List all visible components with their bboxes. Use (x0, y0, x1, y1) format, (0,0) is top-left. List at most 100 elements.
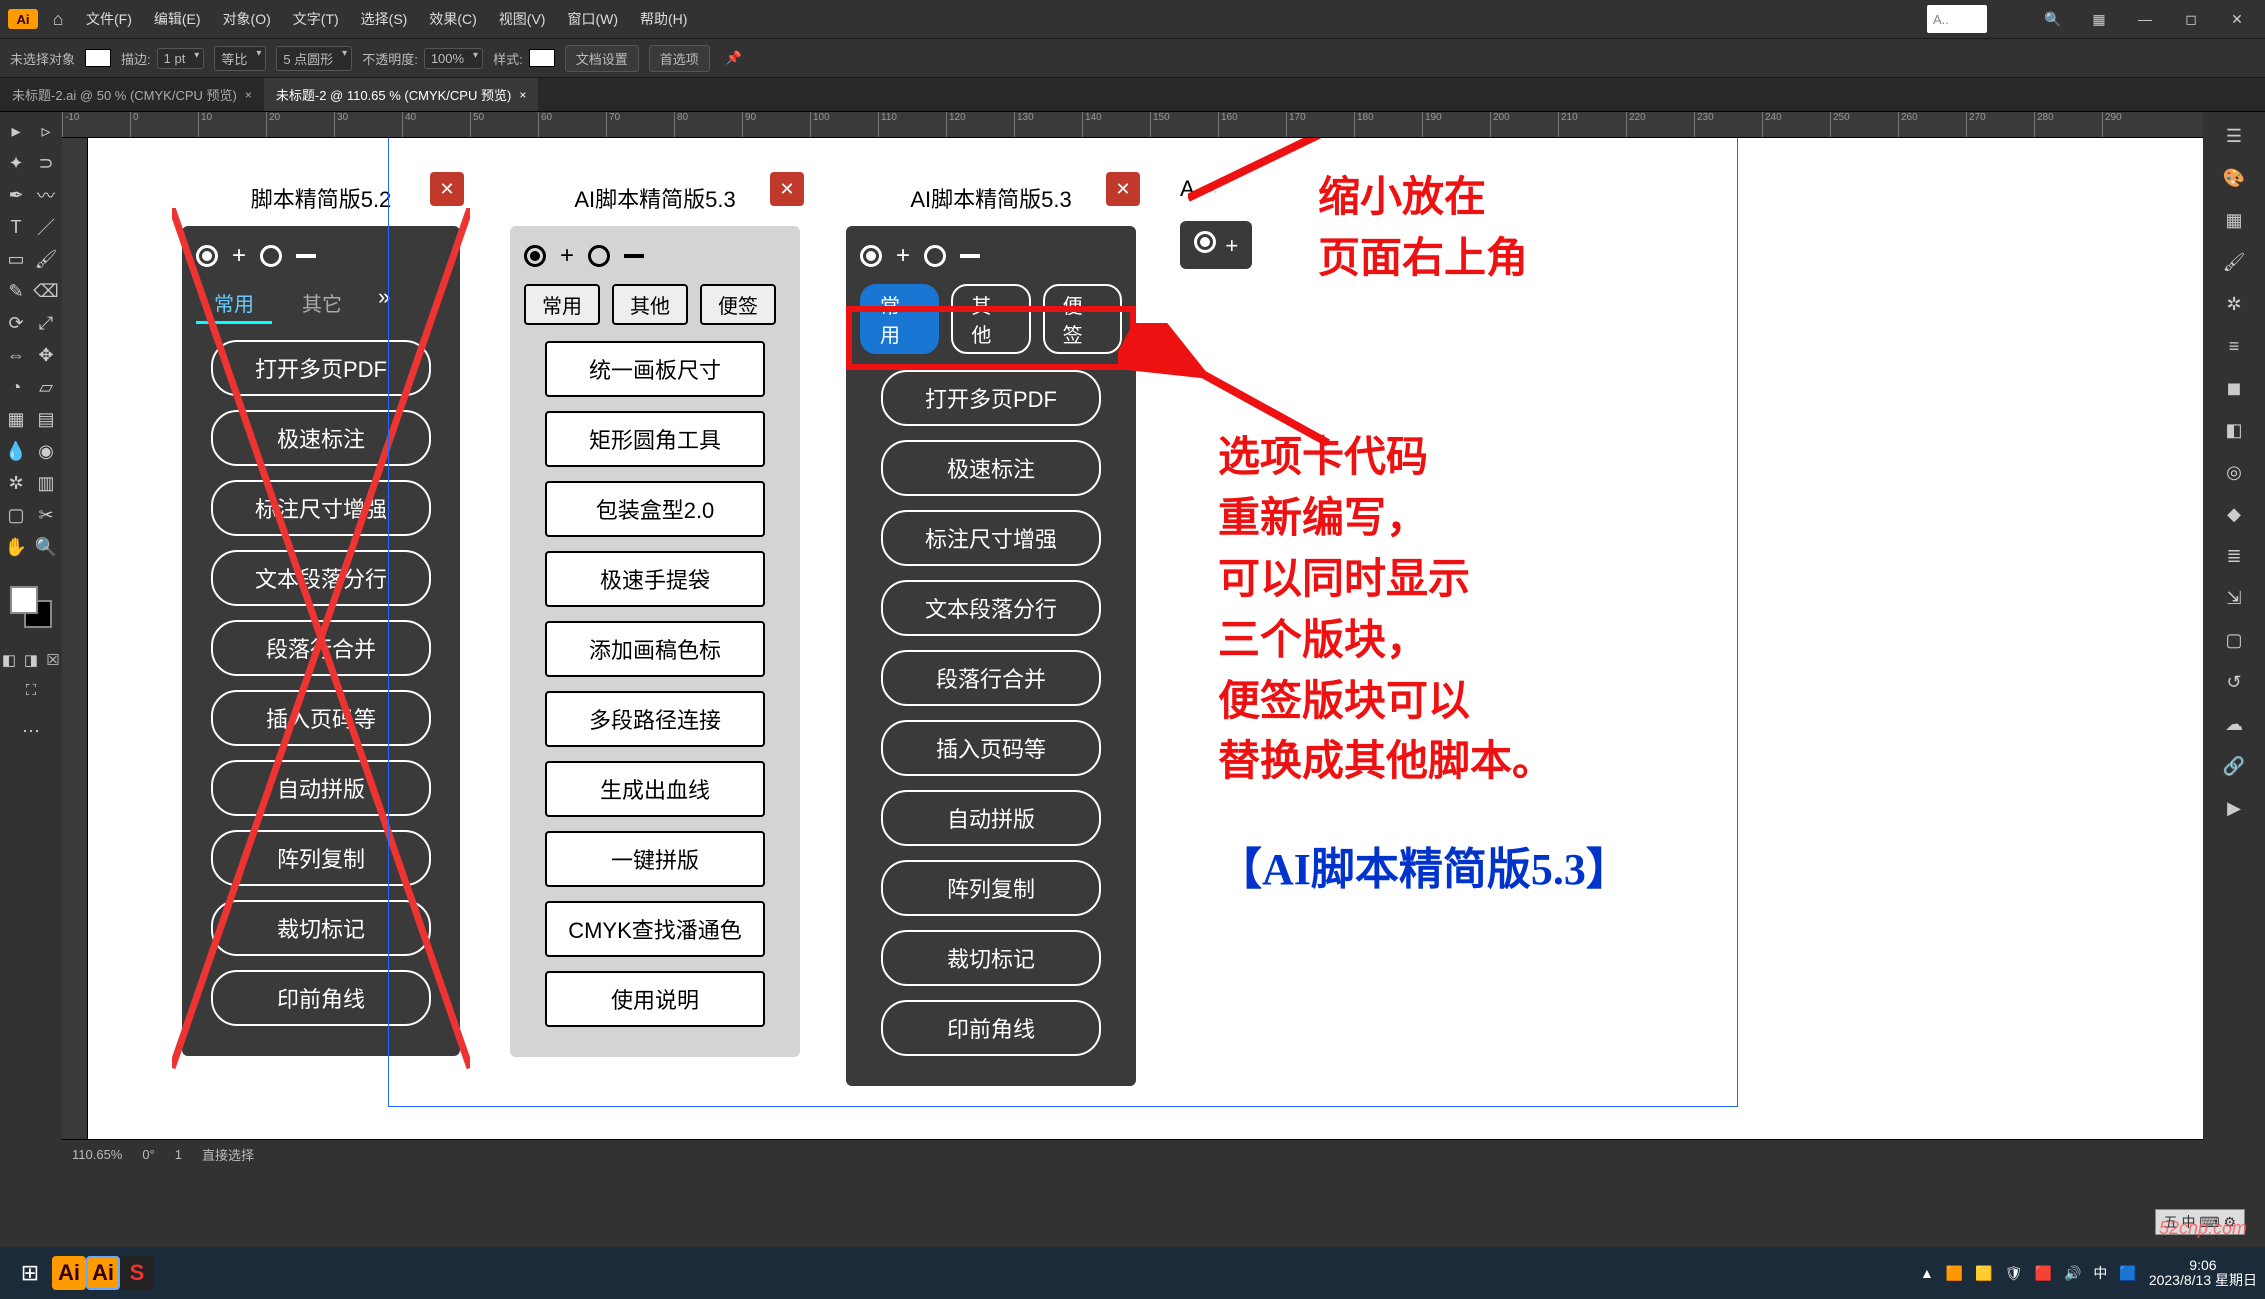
history-icon[interactable]: ↺ (2220, 668, 2248, 696)
script-button[interactable]: 阵列复制 (211, 830, 431, 886)
artboard-nav[interactable]: 1 (175, 1147, 182, 1162)
script-button[interactable]: 打开多页PDF (881, 370, 1101, 426)
tab-other[interactable]: 其他 (612, 284, 688, 325)
mesh-tool[interactable]: ▦ (3, 406, 29, 432)
lasso-tool[interactable]: ⊃ (33, 150, 59, 176)
menu-window[interactable]: 窗口(W) (559, 9, 626, 29)
appearance-icon[interactable]: ◎ (2220, 458, 2248, 486)
opacity-value[interactable]: 100% (424, 48, 483, 69)
taskbar-clock[interactable]: 9:06 2023/8/13 星期日 (2149, 1258, 2257, 1289)
volume-icon[interactable]: 🔊 (2064, 1265, 2081, 1282)
script-button[interactable]: 打开多页PDF (211, 340, 431, 396)
eraser-tool[interactable]: ⌫ (33, 278, 59, 304)
layers-icon[interactable]: ≣ (2220, 542, 2248, 570)
arrange-icon[interactable]: ▦ (2079, 5, 2119, 33)
menu-object[interactable]: 对象(O) (215, 9, 279, 29)
scale-tool[interactable]: ⤢ (33, 310, 59, 336)
graph-tool[interactable]: ▥ (33, 470, 59, 496)
eyedropper-tool[interactable]: 💧 (3, 438, 29, 464)
system-tray[interactable]: ▲ 🟧 🟨 🛡 🟥 🔊 中 🟦 9:06 2023/8/13 星期日 (1920, 1258, 2257, 1289)
style-swatch[interactable] (529, 49, 555, 67)
brushes-icon[interactable]: 🖌 (2220, 248, 2248, 276)
script-button[interactable]: 自动拼版 (881, 790, 1101, 846)
curve-tool[interactable]: 〰 (33, 182, 59, 208)
radio-on-icon[interactable] (1194, 231, 1216, 253)
links-icon[interactable]: 🔗 (2220, 752, 2248, 780)
radio-off-icon[interactable] (588, 245, 610, 267)
script-button[interactable]: 段落行合并 (211, 620, 431, 676)
asset-export-icon[interactable]: ⇲ (2220, 584, 2248, 612)
screen-mode[interactable]: ⛶ (19, 678, 43, 702)
gradient-tool[interactable]: ▤ (33, 406, 59, 432)
script-button[interactable]: 插入页码等 (881, 720, 1101, 776)
script-button[interactable]: 段落行合并 (881, 650, 1101, 706)
start-icon[interactable]: ⊞ (8, 1251, 52, 1295)
slice-tool[interactable]: ✂ (33, 502, 59, 528)
script-button[interactable]: 印前角线 (211, 970, 431, 1026)
tray-icon[interactable]: 🟥 (2035, 1265, 2052, 1282)
fill-swatch[interactable] (85, 49, 111, 67)
swatches-icon[interactable]: ▦ (2220, 206, 2248, 234)
type-tool[interactable]: T (3, 214, 29, 240)
shape-builder[interactable]: ◔ (3, 374, 29, 400)
script-button[interactable]: 裁切标记 (881, 930, 1101, 986)
stroke-weight[interactable]: 1 pt (157, 48, 205, 69)
prefs-button[interactable]: 首选项 (649, 45, 710, 72)
libraries-icon[interactable]: ☁ (2220, 710, 2248, 738)
tray-icon[interactable]: 🟦 (2119, 1265, 2136, 1282)
play-icon[interactable]: ▶ (2220, 794, 2248, 822)
more-icon[interactable]: » (372, 284, 390, 324)
menu-select[interactable]: 选择(S) (353, 9, 416, 29)
taskbar-ai-2[interactable]: Ai (86, 1256, 120, 1290)
rotation[interactable]: 0° (142, 1147, 154, 1162)
symbols-icon[interactable]: ✲ (2220, 290, 2248, 318)
artboards-icon[interactable]: ▢ (2220, 626, 2248, 654)
script-button[interactable]: 印前角线 (881, 1000, 1101, 1056)
script-button[interactable]: CMYK查找潘通色 (545, 901, 765, 957)
artboard-tool[interactable]: ▢ (3, 502, 29, 528)
tray-icon[interactable]: 🟨 (1975, 1265, 1992, 1282)
script-button[interactable]: 矩形圆角工具 (545, 411, 765, 467)
script-button[interactable]: 标注尺寸增强 (881, 510, 1101, 566)
script-button[interactable]: 裁切标记 (211, 900, 431, 956)
radio-off-icon[interactable] (924, 245, 946, 267)
tab-common[interactable]: 常用 (196, 284, 272, 324)
menu-help[interactable]: 帮助(H) (632, 9, 695, 29)
script-button[interactable]: 极速标注 (881, 440, 1101, 496)
radio-on-icon[interactable] (860, 245, 882, 267)
pen-tool[interactable]: ✒ (3, 182, 29, 208)
blend-tool[interactable]: ◉ (33, 438, 59, 464)
radio-on-icon[interactable] (524, 245, 546, 267)
width-tool[interactable]: ⇔ (3, 342, 29, 368)
close-icon[interactable]: × (245, 88, 252, 102)
script-button[interactable]: 自动拼版 (211, 760, 431, 816)
window-close[interactable]: ✕ (2217, 5, 2257, 33)
script-button[interactable]: 极速手提袋 (545, 551, 765, 607)
menu-edit[interactable]: 编辑(E) (146, 9, 209, 29)
radio-off-icon[interactable] (260, 245, 282, 267)
tray-icon[interactable]: 🛡 (2005, 1265, 2023, 1282)
none-mode[interactable]: ☒ (44, 648, 62, 672)
script-button[interactable]: 阵列复制 (881, 860, 1101, 916)
gradient-mode[interactable]: ◨ (22, 648, 40, 672)
rotate-tool[interactable]: ⟳ (3, 310, 29, 336)
scale-mode[interactable]: 等比 (214, 46, 266, 71)
close-icon[interactable]: × (519, 88, 526, 102)
search-icon[interactable]: 🔍 (2033, 5, 2073, 33)
zoom-level[interactable]: 110.65% (72, 1147, 122, 1162)
script-button[interactable]: 一键拼版 (545, 831, 765, 887)
script-button[interactable]: 生成出血线 (545, 761, 765, 817)
script-button[interactable]: 包装盒型2.0 (545, 481, 765, 537)
selection-tool[interactable]: ▸ (3, 118, 29, 144)
color-icon[interactable]: 🎨 (2220, 164, 2248, 192)
tab-other[interactable]: 其它 (284, 284, 360, 324)
taskbar-app-s[interactable]: S (120, 1256, 154, 1290)
tray-icon[interactable]: ▲ (1920, 1265, 1934, 1281)
transparency-icon[interactable]: ◧ (2220, 416, 2248, 444)
taskbar-ai-1[interactable]: Ai (52, 1256, 86, 1290)
menu-effect[interactable]: 效果(C) (421, 9, 484, 29)
window-maximize[interactable]: ◻ (2171, 5, 2211, 33)
home-icon[interactable]: ⌂ (44, 5, 72, 33)
shaper-tool[interactable]: ✎ (3, 278, 29, 304)
color-mode[interactable]: ◧ (0, 648, 18, 672)
